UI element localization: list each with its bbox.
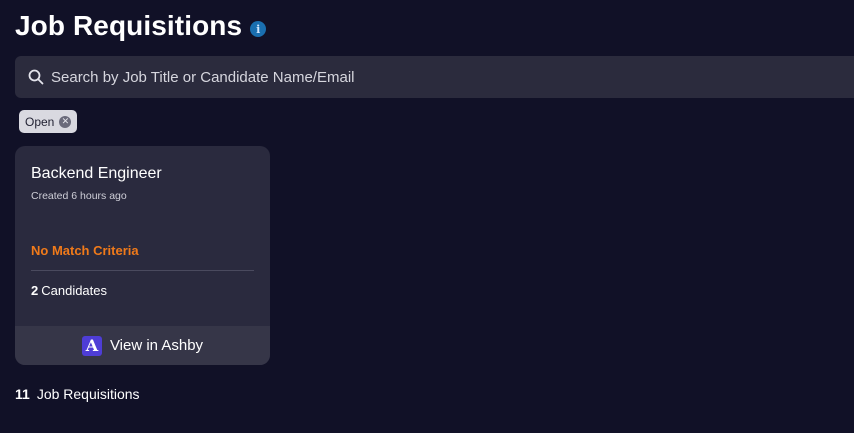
card-divider [31, 270, 254, 271]
close-icon[interactable]: ✕ [59, 115, 72, 128]
filter-chip-label: Open [25, 114, 55, 129]
requisitions-count: 11 [15, 386, 30, 402]
ashby-logo-icon: A [81, 335, 102, 356]
search-bar[interactable] [15, 56, 854, 98]
requisitions-total: 11 Job Requisitions [15, 386, 140, 402]
candidates-number: 2 [31, 283, 39, 298]
filter-chip-open[interactable]: Open ✕ [19, 110, 78, 133]
candidates-label: Candidates [41, 283, 108, 298]
search-input[interactable] [49, 67, 854, 87]
page-title: Job Requisitions [15, 10, 243, 41]
view-in-ashby-button[interactable]: A View in Ashby [15, 326, 270, 365]
match-criteria-status: No Match Criteria [31, 243, 139, 258]
job-card[interactable]: Backend Engineer Created 6 hours ago No … [15, 146, 270, 365]
created-time: Created 6 hours ago [31, 190, 127, 202]
job-title[interactable]: Backend Engineer [31, 164, 254, 184]
candidates-count: 2 Candidates [31, 283, 107, 298]
info-icon[interactable]: i [250, 21, 267, 37]
page-header: Job Requisitions i [15, 6, 267, 46]
view-in-ashby-label: View in Ashby [109, 337, 204, 354]
requisitions-label: Job Requisitions [36, 386, 140, 402]
search-icon [27, 68, 45, 86]
